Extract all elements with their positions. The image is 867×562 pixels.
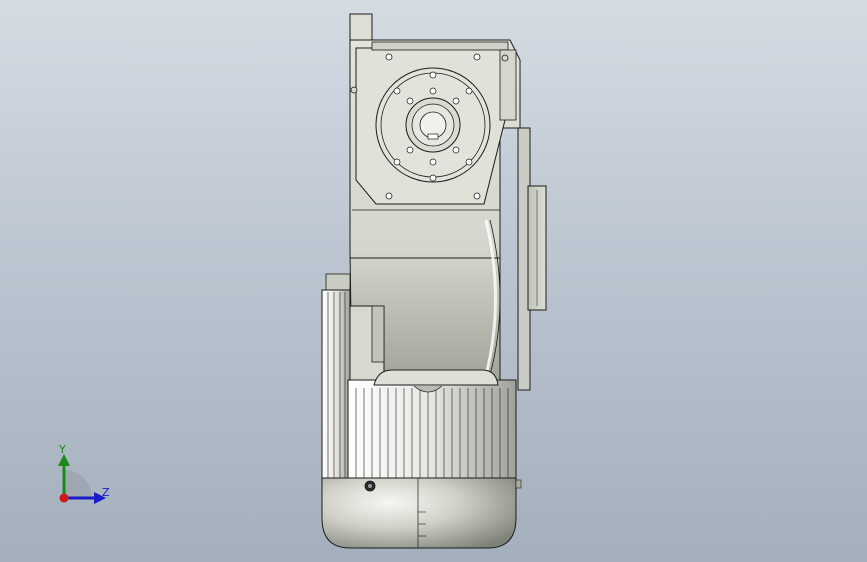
bearing-face xyxy=(375,67,491,183)
y-axis-label: Y xyxy=(59,443,66,456)
x-axis-origin-dot xyxy=(59,493,69,503)
motor-end-cap xyxy=(321,477,522,549)
gear-motor-model[interactable] xyxy=(0,0,867,562)
triad-quadrant xyxy=(64,470,92,498)
z-axis-label: Z xyxy=(102,486,110,499)
output-flange xyxy=(517,127,547,391)
graphics-viewport[interactable]: Y Z xyxy=(0,0,867,562)
